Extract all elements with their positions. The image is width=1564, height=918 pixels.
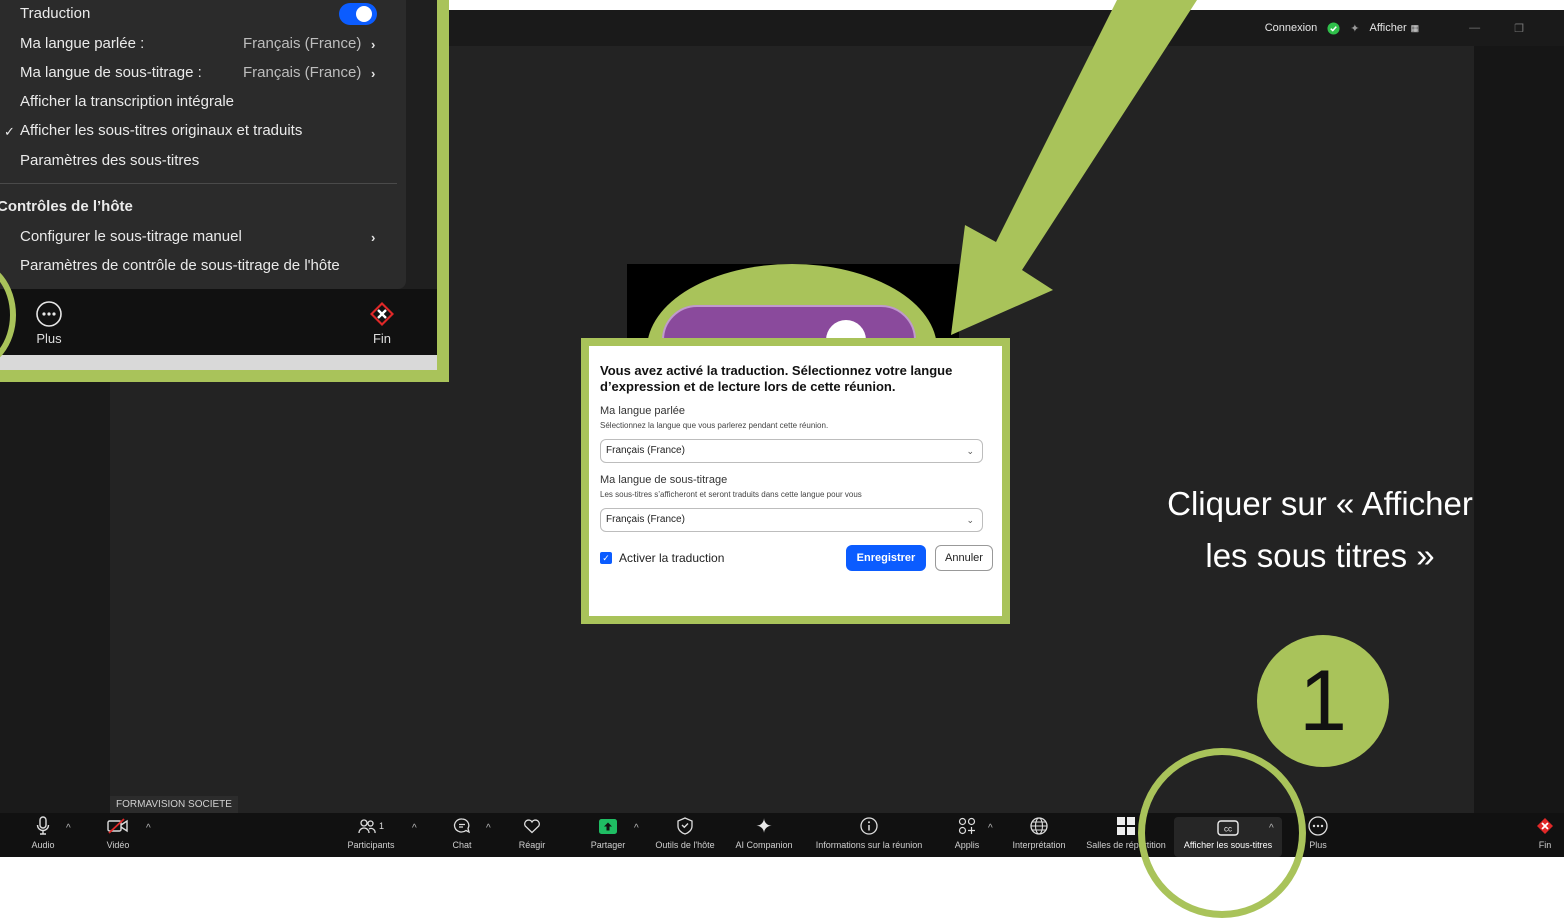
instruction-text: Cliquer sur « Afficher les sous titres » xyxy=(1167,485,1473,574)
step-number-badge: 1 xyxy=(1257,635,1389,767)
highlight-ring xyxy=(1138,748,1306,918)
